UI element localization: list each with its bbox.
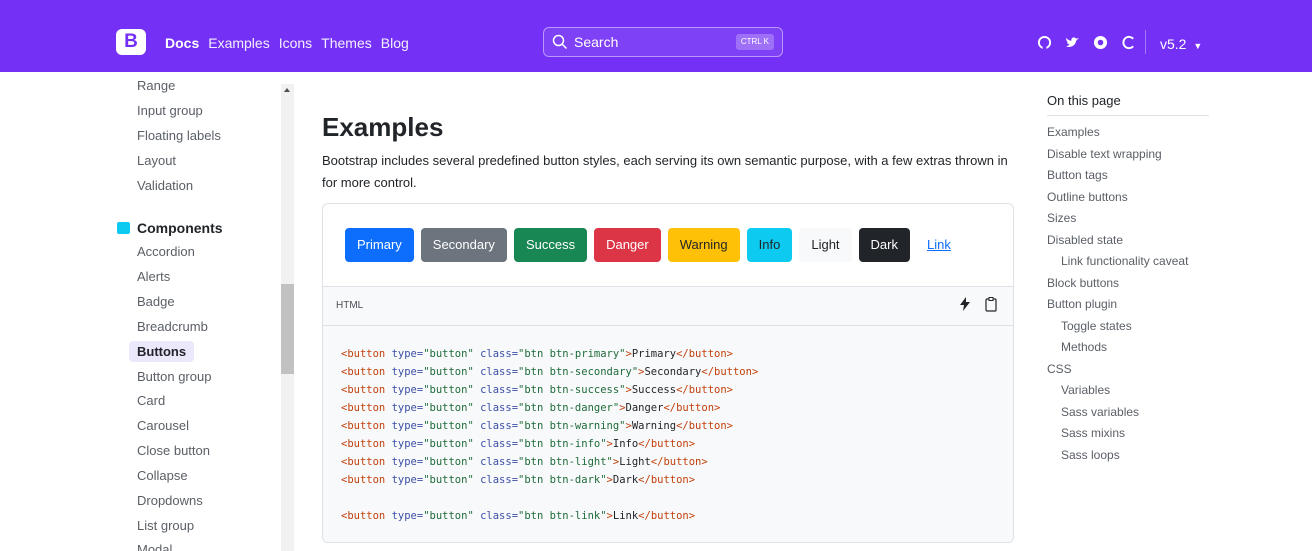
button-examples: Primary Secondary Success Danger Warning… xyxy=(345,228,961,262)
toc-item[interactable]: Methods xyxy=(1061,340,1107,354)
scroll-up-icon[interactable] xyxy=(284,88,290,92)
code-line: <button type="button" class="btn btn-inf… xyxy=(341,438,696,450)
sidebar-item-close-button[interactable]: Close button xyxy=(137,443,210,458)
sidebar-scrollbar[interactable] xyxy=(281,84,294,551)
docs-sidebar: Range Input group Floating labels Layout… xyxy=(0,72,295,551)
sidebar-item-validation[interactable]: Validation xyxy=(137,178,193,193)
code-line: <button type="button" class="btn btn-dan… xyxy=(341,402,721,414)
nav-link-docs[interactable]: Docs xyxy=(165,35,199,51)
sidebar-item-layout[interactable]: Layout xyxy=(137,153,176,168)
code-lines: <button type="button" class="btn btn-pri… xyxy=(341,345,758,525)
sidebar-item-collapse[interactable]: Collapse xyxy=(137,468,188,483)
search-input[interactable]: Search CTRL K xyxy=(543,27,783,57)
clipboard-icon[interactable] xyxy=(985,297,999,313)
sidebar-item-accordion[interactable]: Accordion xyxy=(137,244,195,259)
toc-item[interactable]: Button plugin xyxy=(1047,297,1117,311)
toc-item[interactable]: Examples xyxy=(1047,125,1100,139)
components-icon xyxy=(117,222,130,234)
toc-item[interactable]: Sass variables xyxy=(1061,405,1139,419)
dark-button[interactable]: Dark xyxy=(858,228,910,262)
bootstrap-logo-icon[interactable]: B xyxy=(116,29,146,55)
sidebar-item-card[interactable]: Card xyxy=(137,393,165,408)
example-card: Primary Secondary Success Danger Warning… xyxy=(322,203,1014,543)
sidebar-item-list-group[interactable]: List group xyxy=(137,518,194,533)
warning-button[interactable]: Warning xyxy=(667,228,740,262)
code-line: <button type="button" class="btn btn-suc… xyxy=(341,384,733,396)
nav-link-blog[interactable]: Blog xyxy=(381,35,409,51)
sidebar-item-buttons[interactable]: Buttons xyxy=(129,341,195,362)
toc-item[interactable]: Block buttons xyxy=(1047,276,1119,290)
sidebar-item-breadcrumb[interactable]: Breadcrumb xyxy=(137,319,208,334)
toc-item[interactable]: CSS xyxy=(1047,362,1072,376)
search-label: Search xyxy=(574,34,619,50)
primary-button[interactable]: Primary xyxy=(345,228,414,262)
sidebar-item-modal[interactable]: Modal xyxy=(137,542,172,551)
nav-link-icons[interactable]: Icons xyxy=(279,35,312,51)
toc-item[interactable]: Outline buttons xyxy=(1047,190,1128,204)
sidebar-group-label: Components xyxy=(137,220,223,236)
nav-links: Docs Examples Icons Themes Blog xyxy=(165,35,409,51)
sidebar-item-badge[interactable]: Badge xyxy=(137,294,175,309)
code-line: <button type="button" class="btn btn-sec… xyxy=(341,366,759,378)
code-line: <button type="button" class="btn btn-war… xyxy=(341,420,733,432)
code-block: <button type="button" class="btn btn-pri… xyxy=(323,326,1013,542)
spinner-icon[interactable] xyxy=(1120,34,1136,50)
sidebar-item-floating-labels[interactable]: Floating labels xyxy=(137,128,221,143)
code-line: <button type="button" class="btn btn-lig… xyxy=(341,456,708,468)
search-icon xyxy=(552,34,568,50)
top-navbar: B Docs Examples Icons Themes Blog Search… xyxy=(0,0,1312,72)
code-language-label: HTML xyxy=(336,300,364,311)
secondary-button[interactable]: Secondary xyxy=(420,228,507,262)
code-line: <button type="button" class="btn btn-lin… xyxy=(341,510,696,522)
sidebar-item-carousel[interactable]: Carousel xyxy=(137,418,189,433)
search-shortcut: CTRL K xyxy=(735,34,774,50)
nav-link-themes[interactable]: Themes xyxy=(321,35,372,51)
code-line: <button type="button" class="btn btn-dar… xyxy=(341,474,696,486)
toc-item[interactable]: Link functionality caveat xyxy=(1061,254,1188,268)
twitter-icon[interactable] xyxy=(1064,34,1080,50)
light-button[interactable]: Light xyxy=(799,228,852,262)
toc-item[interactable]: Sass mixins xyxy=(1061,426,1125,440)
sidebar-item-button-group[interactable]: Button group xyxy=(137,369,211,384)
toc-item[interactable]: Variables xyxy=(1061,383,1110,397)
navbar-divider xyxy=(1145,30,1146,54)
opencollective-icon[interactable] xyxy=(1092,34,1108,50)
code-header: HTML xyxy=(323,286,1013,326)
sidebar-item-alerts[interactable]: Alerts xyxy=(137,269,170,284)
nav-link-examples[interactable]: Examples xyxy=(208,35,269,51)
chevron-down-icon: ▼ xyxy=(1193,41,1203,51)
lightning-icon[interactable] xyxy=(959,297,973,313)
section-title: Examples xyxy=(322,112,444,142)
version-dropdown[interactable]: v5.2 ▼ xyxy=(1160,36,1202,52)
toc-heading: On this page xyxy=(1047,93,1121,108)
toc-divider xyxy=(1047,115,1209,116)
toc-item[interactable]: Sass loops xyxy=(1061,448,1120,462)
danger-button[interactable]: Danger xyxy=(594,228,661,262)
toc-item[interactable]: Button tags xyxy=(1047,168,1108,182)
sidebar-item-dropdowns[interactable]: Dropdowns xyxy=(137,493,203,508)
section-description: Bootstrap includes several predefined bu… xyxy=(322,153,1008,190)
version-label: v5.2 xyxy=(1160,36,1187,52)
sidebar-group-components: Components xyxy=(117,220,223,236)
scrollbar-thumb[interactable] xyxy=(281,284,294,374)
toc-item[interactable]: Disable text wrapping xyxy=(1047,147,1162,161)
code-line: <button type="button" class="btn btn-pri… xyxy=(341,348,733,360)
toc-item[interactable]: Disabled state xyxy=(1047,233,1123,247)
sidebar-item-range[interactable]: Range xyxy=(137,78,175,93)
toc-item[interactable]: Toggle states xyxy=(1061,319,1132,333)
sidebar-item-input-group[interactable]: Input group xyxy=(137,103,203,118)
github-icon[interactable] xyxy=(1036,34,1052,50)
success-button[interactable]: Success xyxy=(513,228,588,262)
toc-item[interactable]: Sizes xyxy=(1047,211,1076,225)
link-button[interactable]: Link xyxy=(917,228,961,262)
info-button[interactable]: Info xyxy=(746,228,793,262)
